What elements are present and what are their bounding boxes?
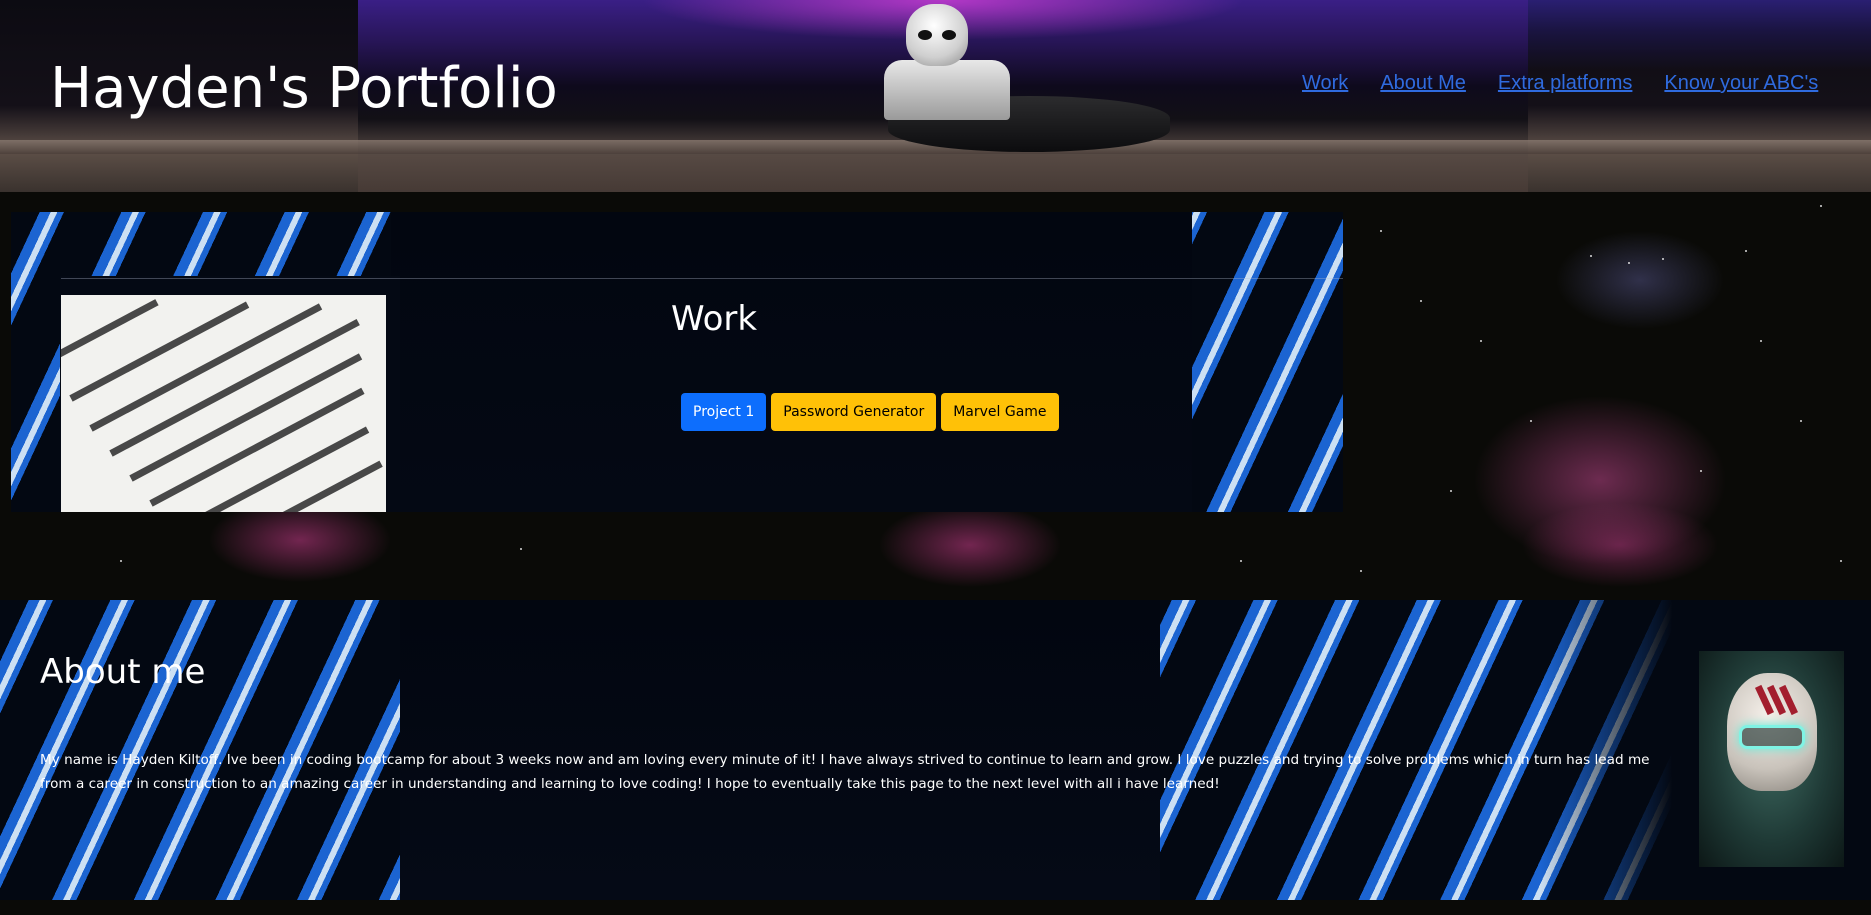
star bbox=[1380, 230, 1382, 232]
star bbox=[120, 560, 122, 562]
helmet-visor bbox=[1739, 725, 1805, 749]
stormtrooper-figure-body bbox=[884, 60, 1010, 120]
star bbox=[1480, 340, 1482, 342]
star bbox=[1628, 262, 1630, 264]
star bbox=[1760, 340, 1762, 342]
project-buttons: Project 1 Password Generator Marvel Game bbox=[681, 393, 1059, 431]
site-title: Hayden's Portfolio bbox=[50, 56, 558, 121]
nav-link-work[interactable]: Work bbox=[1302, 70, 1348, 96]
code-screenshot-image bbox=[61, 295, 386, 512]
nav-link-know-your-abcs[interactable]: Know your ABC's bbox=[1664, 70, 1818, 96]
header-backdrop-band bbox=[1528, 0, 1871, 70]
work-heading: Work bbox=[671, 299, 758, 339]
code-line bbox=[109, 318, 360, 457]
star bbox=[1450, 490, 1452, 492]
marvel-game-button[interactable]: Marvel Game bbox=[941, 393, 1059, 431]
stormtrooper-avatar-image bbox=[1699, 651, 1844, 867]
project-1-button[interactable]: Project 1 bbox=[681, 393, 767, 431]
star bbox=[1745, 250, 1747, 252]
work-section-panel bbox=[391, 212, 1192, 512]
nav-link-about-me[interactable]: About Me bbox=[1380, 70, 1466, 96]
star bbox=[1820, 205, 1822, 207]
star bbox=[1840, 560, 1842, 562]
about-text: My name is Hayden Kiltoff. Ive been in c… bbox=[40, 752, 1650, 792]
star bbox=[1360, 570, 1362, 572]
trooper-eye bbox=[918, 30, 932, 40]
code-line bbox=[61, 299, 159, 362]
code-line bbox=[69, 301, 250, 402]
work-section bbox=[11, 212, 1343, 512]
stormtrooper-helmet bbox=[1727, 673, 1817, 791]
stormtrooper-figure-head bbox=[906, 4, 968, 66]
star bbox=[1700, 470, 1702, 472]
star bbox=[1530, 420, 1532, 422]
main-nav: Work About Me Extra platforms Know your … bbox=[1302, 70, 1818, 96]
star bbox=[1420, 300, 1422, 302]
star bbox=[1800, 420, 1802, 422]
work-divider bbox=[61, 278, 1343, 279]
star bbox=[1240, 560, 1242, 562]
trooper-eye bbox=[942, 30, 956, 40]
star bbox=[520, 548, 522, 550]
star bbox=[1590, 255, 1592, 257]
star bbox=[1662, 258, 1664, 260]
nav-link-extra-platforms[interactable]: Extra platforms bbox=[1498, 70, 1632, 96]
about-heading: About me bbox=[40, 652, 206, 692]
code-line bbox=[129, 353, 363, 482]
password-generator-button[interactable]: Password Generator bbox=[771, 393, 937, 431]
